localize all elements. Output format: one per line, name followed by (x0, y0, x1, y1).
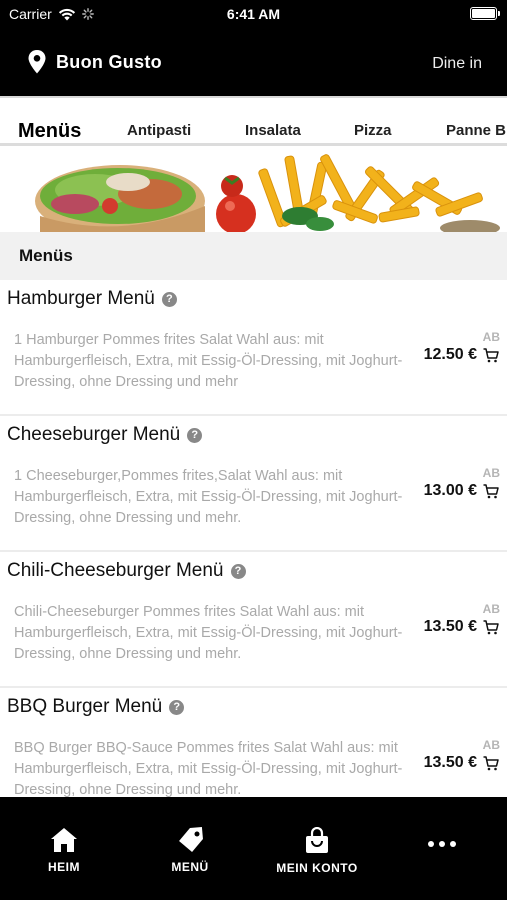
price-prefix: AB (482, 602, 500, 616)
restaurant-name[interactable]: Buon Gusto (56, 52, 162, 73)
menu-item-price: 12.50 € (423, 346, 477, 363)
price-prefix: AB (482, 466, 500, 480)
nav-account-label: MEIN KONTO (276, 861, 358, 875)
cart-icon[interactable] (483, 483, 499, 499)
menu-item-name[interactable]: Hamburger Menü (7, 288, 155, 310)
cart-icon[interactable] (483, 619, 499, 635)
tag-icon (179, 826, 203, 852)
info-icon[interactable]: ? (230, 563, 246, 579)
more-icon[interactable] (428, 841, 456, 847)
nav-menu-label: MENÜ (171, 860, 209, 874)
shopping-bag-icon (306, 826, 328, 853)
menu-item[interactable]: Hamburger Menü ? 1 Hamburger Pommes frit… (0, 280, 507, 416)
info-icon[interactable]: ? (161, 291, 177, 307)
menu-item-price: 13.00 € (423, 482, 477, 499)
location-pin-icon[interactable] (28, 50, 46, 74)
section-header: Menüs (0, 232, 507, 280)
menu-item-description: 1 Cheeseburger,Pommes frites,Salat Wahl … (14, 468, 403, 526)
category-banner-image (0, 146, 507, 232)
home-icon (51, 828, 77, 852)
menu-item-description: 1 Hamburger Pommes frites Salat Wahl aus… (14, 332, 403, 390)
clock: 6:41 AM (226, 6, 281, 22)
menu-item-name[interactable]: Cheeseburger Menü (7, 424, 180, 446)
bottom-nav: HEIM MENÜ MEIN KONTO (0, 797, 507, 900)
tab-panne[interactable]: Panne B (446, 122, 506, 139)
app-header: Buon Gusto Dine in (0, 28, 507, 96)
category-tabs: Menüs Antipasti Insalata Pizza Panne B (0, 96, 507, 146)
nav-home[interactable]: HEIM (14, 827, 114, 874)
info-icon[interactable]: ? (169, 699, 185, 715)
menu-list: Hamburger Menü ? 1 Hamburger Pommes frit… (0, 280, 507, 797)
menu-item-name[interactable]: Chili-Cheeseburger Menü (7, 560, 224, 582)
menu-item[interactable]: BBQ Burger Menü ? BBQ Burger BBQ-Sauce P… (0, 688, 507, 797)
nav-account[interactable]: MEIN KONTO (267, 826, 367, 875)
menu-item-price: 13.50 € (423, 618, 477, 635)
menu-item[interactable]: Chili-Cheeseburger Menü ? Chili-Cheesebu… (0, 552, 507, 688)
cart-icon[interactable] (483, 347, 499, 363)
cart-icon[interactable] (483, 755, 499, 771)
battery-icon (470, 7, 500, 20)
order-mode-button[interactable]: Dine in (432, 55, 482, 73)
info-icon[interactable]: ? (187, 427, 203, 443)
status-bar: Carrier 6:41 AM (0, 0, 507, 28)
tab-pizza[interactable]: Pizza (354, 122, 392, 139)
menu-item-description: Chili-Cheeseburger Pommes frites Salat W… (14, 604, 403, 662)
section-title: Menüs (19, 246, 73, 265)
menu-item-description: BBQ Burger BBQ-Sauce Pommes frites Salat… (14, 740, 403, 797)
nav-menu[interactable]: MENÜ (140, 826, 240, 874)
menu-item-name[interactable]: BBQ Burger Menü (7, 696, 162, 718)
tab-antipasti[interactable]: Antipasti (127, 122, 191, 139)
tab-menus[interactable]: Menüs (18, 120, 81, 143)
nav-home-label: HEIM (48, 860, 80, 874)
price-prefix: AB (482, 738, 500, 752)
menu-item[interactable]: Cheeseburger Menü ? 1 Cheeseburger,Pomme… (0, 416, 507, 552)
price-prefix: AB (482, 330, 500, 344)
tab-insalata[interactable]: Insalata (245, 122, 301, 139)
menu-item-price: 13.50 € (423, 754, 477, 771)
